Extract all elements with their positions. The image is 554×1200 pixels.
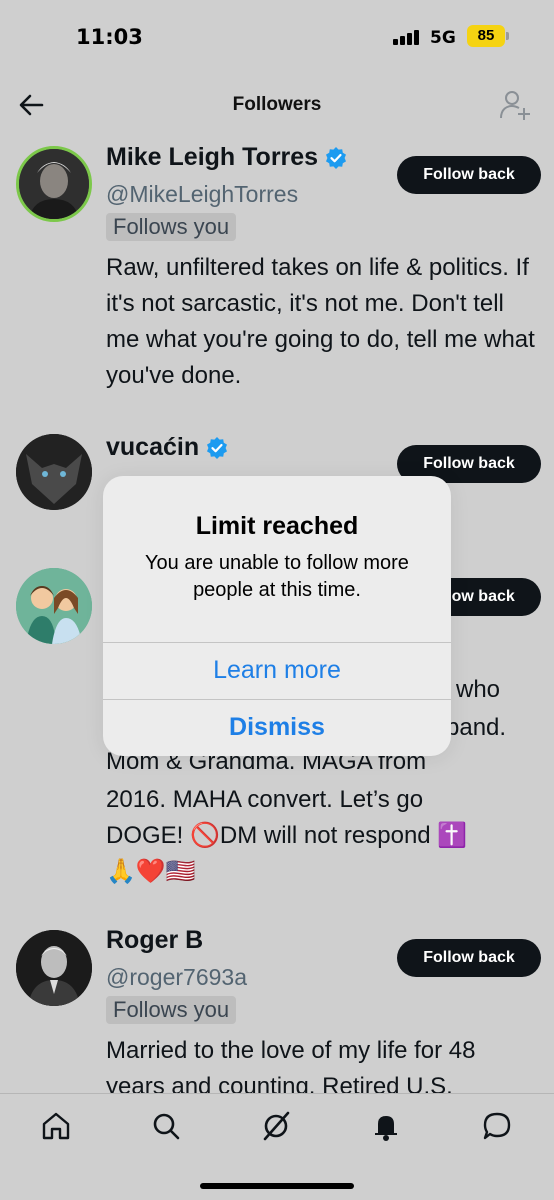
header: Followers (0, 78, 554, 132)
bio-line: 2016. MAHA convert. Let’s go (106, 786, 424, 813)
display-name[interactable]: vucaćin (106, 433, 199, 462)
verified-badge-icon (326, 146, 347, 169)
avatar[interactable] (16, 568, 92, 644)
dialog-divider (103, 642, 451, 643)
follow-back-button[interactable]: Follow back (397, 156, 541, 194)
display-name[interactable]: Roger B (106, 926, 203, 955)
home-icon[interactable] (39, 1109, 73, 1143)
avatar[interactable] (16, 146, 92, 222)
dialog-divider (103, 699, 451, 700)
notifications-icon[interactable] (369, 1109, 403, 1143)
bio: Married to the love of my life for 48 ye… (106, 1037, 476, 1093)
follows-you-badge: Follows you (106, 213, 237, 241)
page-title: Followers (232, 94, 322, 115)
signal-strength-icon (393, 29, 419, 45)
handle: @roger7693a (106, 964, 247, 990)
display-name[interactable]: Mike Leigh Torres (106, 143, 318, 172)
follow-back-button[interactable]: Follow back (397, 939, 541, 977)
battery-cap (506, 32, 509, 40)
dismiss-button[interactable]: Dismiss (103, 713, 451, 742)
learn-more-button[interactable]: Learn more (103, 656, 451, 685)
avatar[interactable] (16, 434, 92, 510)
network-type: 5G (430, 28, 456, 48)
verified-badge-icon (207, 436, 228, 459)
grok-icon[interactable] (259, 1109, 293, 1143)
search-icon[interactable] (149, 1109, 183, 1143)
home-indicator (200, 1183, 354, 1189)
dialog-title: Limit reached (195, 512, 359, 540)
status-bar: 11:03 5G 85 (0, 0, 554, 70)
messages-icon[interactable] (480, 1109, 514, 1143)
bio-line: 🙏❤️🇺🇸 (106, 858, 196, 885)
dialog-message: You are unable to follow more people at … (145, 552, 409, 601)
limit-reached-dialog: Limit reached You are unable to follow m… (103, 476, 451, 756)
bio-line: band. (446, 714, 507, 741)
follows-you-badge: Follows you (106, 996, 237, 1024)
avatar[interactable] (16, 930, 92, 1006)
battery-icon: 85 (467, 25, 505, 47)
add-user-icon[interactable] (498, 88, 532, 122)
handle: @MikeLeighTorres (106, 181, 299, 207)
bio: Raw, unfiltered takes on life & politics… (106, 254, 535, 389)
bio-line: DOGE! 🚫DM will not respond ✝️ (106, 822, 468, 849)
bio-line: who (456, 676, 501, 703)
status-time: 11:03 (76, 25, 143, 49)
